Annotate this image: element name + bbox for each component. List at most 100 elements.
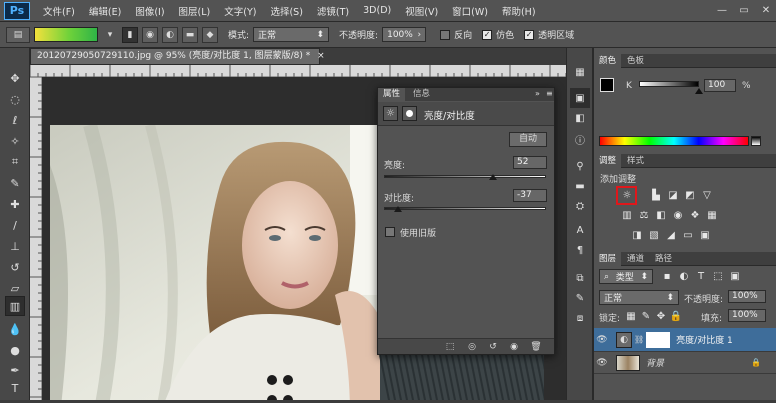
transparency-checkbox[interactable]: ✓ [524,29,535,40]
channel-mixer-icon[interactable]: ❖ [688,209,702,222]
adjustments-dock-icon[interactable]: ◧ [570,108,590,128]
paragraph-panel-icon[interactable]: ¶ [570,240,590,260]
foreground-color[interactable] [600,78,614,92]
crop-tool-icon[interactable]: ⌗ [5,152,25,172]
close-window-button[interactable]: ✕ [756,3,776,18]
blur-tool-icon[interactable]: 💧 [5,319,25,339]
menu-file[interactable]: 文件(F) [36,4,82,18]
legacy-checkbox[interactable] [385,227,395,237]
tab-properties[interactable]: 属性 [378,88,406,101]
lock-all-icon[interactable]: 🔒 [669,310,683,323]
ruler-horizontal[interactable] [29,65,578,77]
threshold-icon[interactable]: ◢ [664,229,678,242]
clone-stamp-tool-icon[interactable]: ⊥ [5,236,25,256]
restore-button[interactable]: ▭ [734,3,754,18]
angle-gradient-button[interactable]: ◐ [162,26,178,43]
black-white-icon[interactable]: ◧ [654,209,668,222]
menu-window[interactable]: 窗口(W) [445,4,495,18]
layer-mask-thumbnail[interactable] [646,331,671,348]
layer-opacity-input[interactable]: 100% [728,290,766,303]
posterize-icon[interactable]: ▧ [647,229,661,242]
filter-smart-object-icon[interactable]: ▣ [728,270,742,283]
contrast-slider-handle[interactable] [394,206,403,212]
gradient-map-icon[interactable]: ▭ [681,229,695,242]
k-slider-handle[interactable] [695,88,703,94]
timeline-icon[interactable]: ⧈ [570,308,590,328]
eye-icon[interactable]: 👁 [594,358,610,368]
blend-mode-dropdown[interactable]: 正常 ⬍ [599,290,679,305]
brush-panel-icon[interactable]: ⚲ [570,156,590,176]
curves-icon[interactable]: ◪ [666,189,680,202]
vibrance-icon[interactable]: ▽ [700,189,714,202]
grayscale-ramp[interactable] [751,136,761,146]
reset-icon[interactable]: ↺ [485,339,501,355]
character-panel-icon[interactable]: A [570,220,590,240]
gradient-tool-preset-icon[interactable]: ▤ [6,26,30,43]
brightness-slider[interactable] [384,175,546,178]
exposure-icon[interactable]: ◩ [683,189,697,202]
menu-filter[interactable]: 滤镜(T) [310,4,356,18]
color-balance-icon[interactable]: ⚖ [637,209,651,222]
lock-pixels-icon[interactable]: ✎ [639,310,653,323]
diamond-gradient-button[interactable]: ◆ [202,26,218,43]
reverse-checkbox[interactable] [440,29,451,40]
menu-view[interactable]: 视图(V) [398,4,445,18]
radial-gradient-button[interactable]: ◉ [142,26,158,43]
color-spectrum-bar[interactable] [599,136,749,146]
layer-row-background[interactable]: 👁 背景 🔒 [594,352,776,374]
tab-swatches[interactable]: 色板 [622,54,649,68]
properties-panel-icon[interactable]: ▣ [570,88,590,108]
gradient-preview[interactable] [34,27,98,42]
tab-paths[interactable]: 路径 [650,252,677,266]
delete-icon[interactable]: 🗑 [528,339,544,355]
filter-adjustment-icon[interactable]: ◐ [677,270,691,283]
brush-tool-icon[interactable]: / [5,215,25,235]
filter-pixel-icon[interactable]: ▪ [660,270,674,283]
menu-edit[interactable]: 编辑(E) [82,4,128,18]
tool-presets-icon[interactable]: ▬ [570,176,590,196]
collapse-icon[interactable]: » [535,89,540,98]
gradient-dropdown-icon[interactable]: ▾ [102,27,118,43]
history-brush-tool-icon[interactable]: ↺ [5,257,25,277]
brightness-slider-handle[interactable] [489,174,498,180]
layer-filter-dropdown[interactable]: ⌕ 类型 ⬍ [599,269,653,284]
close-tab-icon[interactable]: × [317,51,325,61]
pen-tool-icon[interactable]: ✒ [5,360,25,380]
layer-row-adjustment[interactable]: 👁 ◐ ⛓ 亮度/对比度 1 [594,328,776,352]
tab-color[interactable]: 颜色 [594,54,622,68]
clip-to-layer-icon[interactable]: ⬚ [442,339,458,355]
tab-channels[interactable]: 通道 [622,252,649,266]
tab-layers[interactable]: 图层 [594,252,622,266]
mask-icon[interactable] [402,106,417,121]
dither-checkbox[interactable]: ✓ [482,29,493,40]
eyedropper-tool-icon[interactable]: ✎ [5,173,25,193]
move-tool-icon[interactable]: ✥ [5,68,25,88]
reflected-gradient-button[interactable]: ▬ [182,26,198,43]
lock-transparent-icon[interactable]: ▦ [624,310,638,323]
view-previous-icon[interactable]: ◎ [464,339,480,355]
notes-panel-icon[interactable]: ✎ [570,288,590,308]
filter-shape-icon[interactable]: ⬚ [711,270,725,283]
marquee-tool-icon[interactable]: ◌ [5,89,25,109]
contrast-slider[interactable] [384,207,546,210]
chain-link-icon[interactable]: ⛓ [634,335,644,344]
lock-position-icon[interactable]: ✥ [654,310,668,323]
filter-type-icon[interactable]: T [694,270,708,283]
selective-color-icon[interactable]: ▣ [698,229,712,242]
layer-comps-icon[interactable]: ⧉ [570,268,590,288]
fill-input[interactable]: 100% [728,309,766,322]
menu-layer[interactable]: 图层(L) [172,4,218,18]
ruler-vertical[interactable] [30,76,42,400]
tab-info[interactable]: 信息 [408,88,435,101]
menu-help[interactable]: 帮助(H) [495,4,543,18]
type-tool-icon[interactable]: T [5,378,25,398]
panel-menu-icon[interactable]: ≡ [546,89,553,98]
menu-select[interactable]: 选择(S) [263,4,309,18]
brightness-contrast-icon[interactable]: ☼ [620,189,634,202]
tab-adjustments[interactable]: 调整 [594,154,622,168]
linear-gradient-button[interactable]: ▮ [122,26,138,43]
tab-styles[interactable]: 样式 [622,154,649,168]
mode-dropdown[interactable]: 正常 ⬍ [253,27,330,42]
clone-source-icon[interactable]: ⛭ [570,196,590,216]
lasso-tool-icon[interactable]: ℓ [5,110,25,130]
